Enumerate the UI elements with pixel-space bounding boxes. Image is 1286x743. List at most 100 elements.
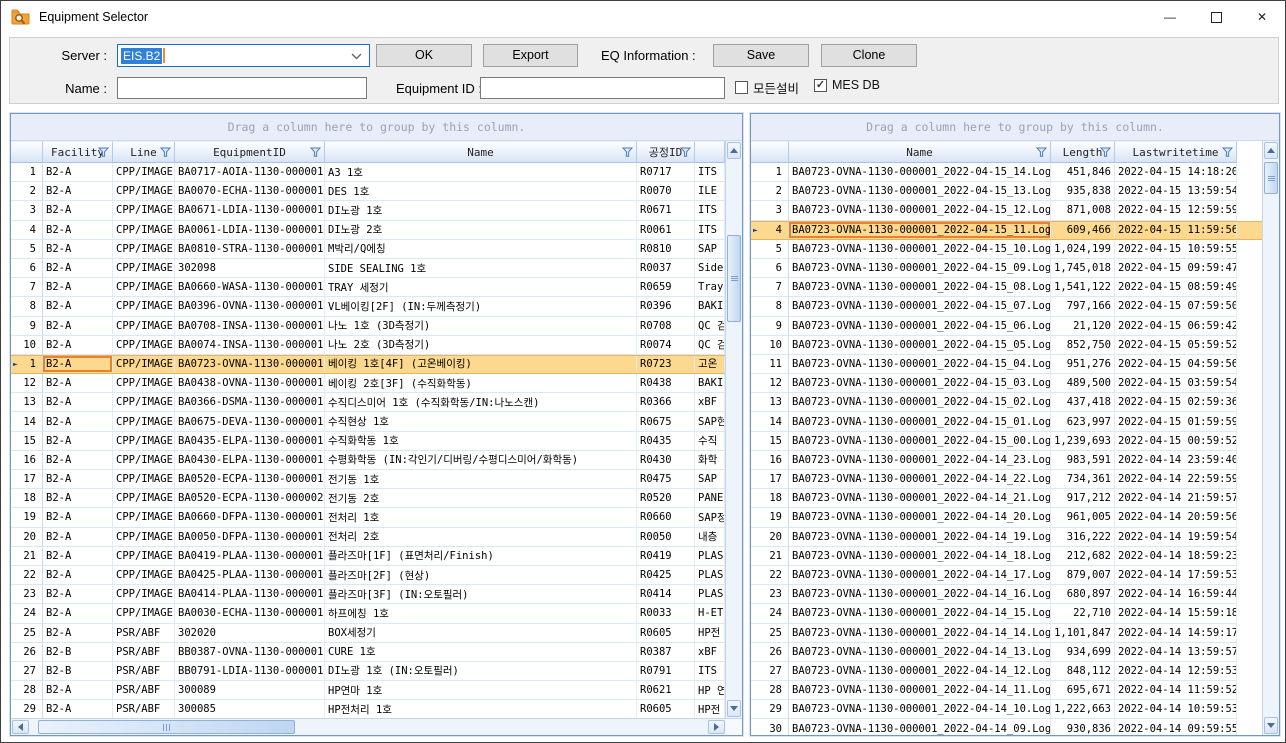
cell-process_id[interactable]: R0366: [637, 393, 695, 412]
table-row[interactable]: 21B2-ACPP/IMAGEBA0419-PLAA-1130-000001플라…: [11, 547, 725, 566]
cell-equipment_id[interactable]: BA0438-OVNA-1130-000001: [175, 374, 325, 393]
cell-name[interactable]: DES 1호: [325, 182, 637, 201]
table-row[interactable]: 15B2-ACPP/IMAGEBA0435-ELPA-1130-000001수직…: [11, 432, 725, 451]
cell-line[interactable]: CPP/IMAGE: [113, 585, 175, 604]
cell-process_id[interactable]: R0520: [637, 489, 695, 508]
table-row[interactable]: 21BA0723-OVNA-1130-000001_2022-04-14_18.…: [751, 547, 1262, 566]
cell-line[interactable]: CPP/IMAGE: [113, 278, 175, 297]
cell-rownum[interactable]: 12: [11, 374, 43, 393]
cell-rownum[interactable]: 26: [751, 643, 789, 662]
cell-lastwritetime[interactable]: 2022-04-14 12:59:53: [1115, 662, 1237, 681]
cell-lastwritetime[interactable]: 2022-04-15 04:59:56: [1115, 355, 1237, 374]
cell-extra[interactable]: PLAS: [695, 547, 725, 566]
cell-line[interactable]: CPP/IMAGE: [113, 547, 175, 566]
cell-line[interactable]: PSR/ABF: [113, 662, 175, 681]
cell-facility[interactable]: B2-A: [43, 566, 113, 585]
cell-equipment_id[interactable]: BA0520-ECPA-1130-000001: [175, 470, 325, 489]
cell-length[interactable]: 695,671: [1051, 681, 1115, 700]
column-header-name[interactable]: Name: [325, 141, 637, 163]
table-row[interactable]: 27B2-BPSR/ABFBB0791-LDIA-1130-000001DI노광…: [11, 662, 725, 681]
cell-facility[interactable]: B2-A: [43, 297, 113, 316]
cell-extra[interactable]: BAKI: [695, 297, 725, 316]
cell-equipment_id[interactable]: BA0070-ECHA-1130-000001: [175, 182, 325, 201]
cell-process_id[interactable]: R0708: [637, 317, 695, 336]
table-row[interactable]: 16B2-ACPP/IMAGEBA0430-ELPA-1130-000001수평…: [11, 451, 725, 470]
cell-process_id[interactable]: R0723: [637, 356, 695, 373]
cell-facility[interactable]: B2-A: [43, 182, 113, 201]
cell-lastwritetime[interactable]: 2022-04-15 01:59:59: [1115, 412, 1237, 431]
close-button[interactable]: ✕: [1239, 1, 1285, 33]
cell-lastwritetime[interactable]: 2022-04-14 15:59:18: [1115, 604, 1237, 623]
cell-facility[interactable]: B2-A: [43, 681, 113, 700]
table-row[interactable]: 2BA0723-OVNA-1130-000001_2022-04-15_13.L…: [751, 182, 1262, 201]
cell-rownum[interactable]: 9: [11, 317, 43, 336]
table-row[interactable]: 14BA0723-OVNA-1130-000001_2022-04-15_01.…: [751, 412, 1262, 431]
table-row[interactable]: 10B2-ACPP/IMAGEBA0074-INSA-1130-000001나노…: [11, 336, 725, 355]
table-row[interactable]: 3BA0723-OVNA-1130-000001_2022-04-15_12.L…: [751, 201, 1262, 220]
cell-length[interactable]: 934,699: [1051, 643, 1115, 662]
table-row[interactable]: 23BA0723-OVNA-1130-000001_2022-04-14_16.…: [751, 585, 1262, 604]
cell-lastwritetime[interactable]: 2022-04-14 19:59:54: [1115, 528, 1237, 547]
scroll-left-button[interactable]: [12, 720, 29, 734]
cell-extra[interactable]: PANE: [695, 489, 725, 508]
cell-name[interactable]: DI노광 2호: [325, 221, 637, 240]
cell-line[interactable]: CPP/IMAGE: [113, 528, 175, 547]
cell-lastwritetime[interactable]: 2022-04-14 20:59:56: [1115, 508, 1237, 527]
cell-extra[interactable]: PLAS: [695, 566, 725, 585]
table-row[interactable]: 2B2-ACPP/IMAGEBA0070-ECHA-1130-000001DES…: [11, 182, 725, 201]
cell-rownum[interactable]: 29: [11, 700, 43, 718]
cell-line[interactable]: CPP/IMAGE: [113, 201, 175, 220]
cell-name[interactable]: CURE 1호: [325, 643, 637, 662]
cell-name[interactable]: 하프에칭 1호: [325, 604, 637, 623]
save-button[interactable]: Save: [713, 44, 809, 67]
cell-lastwritetime[interactable]: 2022-04-15 11:59:56: [1115, 222, 1237, 239]
cell-equipment_id[interactable]: BA0061-LDIA-1130-000001: [175, 221, 325, 240]
cell-rownum[interactable]: 18: [751, 489, 789, 508]
cell-length[interactable]: 1,024,199: [1051, 240, 1115, 259]
cell-extra[interactable]: HP전: [695, 624, 725, 643]
cell-name[interactable]: BA0723-OVNA-1130-000001_2022-04-15_08.Lo…: [789, 278, 1051, 297]
filter-funnel-icon[interactable]: [622, 147, 633, 161]
table-row[interactable]: 6BA0723-OVNA-1130-000001_2022-04-15_09.L…: [751, 259, 1262, 278]
cell-name[interactable]: BA0723-OVNA-1130-000001_2022-04-15_14.Lo…: [789, 163, 1051, 182]
cell-rownum[interactable]: 18: [11, 489, 43, 508]
group-by-band[interactable]: Drag a column here to group by this colu…: [751, 114, 1279, 141]
cell-extra[interactable]: SAP: [695, 240, 725, 259]
cell-name[interactable]: BA0723-OVNA-1130-000001_2022-04-15_06.Lo…: [789, 317, 1051, 336]
cell-name[interactable]: BA0723-OVNA-1130-000001_2022-04-14_14.Lo…: [789, 624, 1051, 643]
cell-extra[interactable]: SAP: [695, 470, 725, 489]
cell-rownum[interactable]: 22: [751, 566, 789, 585]
cell-length[interactable]: 609,466: [1051, 222, 1115, 239]
table-row[interactable]: 12B2-ACPP/IMAGEBA0438-OVNA-1130-000001베이…: [11, 374, 725, 393]
cell-equipment_id[interactable]: BA0366-DSMA-1130-000001: [175, 393, 325, 412]
cell-equipment_id[interactable]: 300085: [175, 700, 325, 718]
cell-extra[interactable]: 화학: [695, 451, 725, 470]
cell-length[interactable]: 1,745,018: [1051, 259, 1115, 278]
cell-lastwritetime[interactable]: 2022-04-15 13:59:54: [1115, 182, 1237, 201]
cell-line[interactable]: CPP/IMAGE: [113, 374, 175, 393]
table-row[interactable]: 4B2-ACPP/IMAGEBA0061-LDIA-1130-000001DI노…: [11, 221, 725, 240]
filter-funnel-icon[interactable]: [160, 147, 171, 161]
table-row[interactable]: 27BA0723-OVNA-1130-000001_2022-04-14_12.…: [751, 662, 1262, 681]
cell-rownum[interactable]: 14: [751, 412, 789, 431]
scroll-down-button[interactable]: [1264, 717, 1278, 734]
table-row[interactable]: 16BA0723-OVNA-1130-000001_2022-04-14_23.…: [751, 451, 1262, 470]
cell-equipment_id[interactable]: BA0050-DFPA-1130-000001: [175, 528, 325, 547]
cell-rownum[interactable]: 1: [11, 163, 43, 182]
cell-process_id[interactable]: R0425: [637, 566, 695, 585]
cell-line[interactable]: CPP/IMAGE: [113, 412, 175, 431]
cell-extra[interactable]: 고온: [695, 356, 725, 373]
cell-extra[interactable]: Side: [695, 259, 725, 278]
cell-facility[interactable]: B2-A: [43, 470, 113, 489]
group-by-band[interactable]: Drag a column here to group by this colu…: [11, 114, 742, 141]
cell-equipment_id[interactable]: BA0717-AOIA-1130-000001: [175, 163, 325, 182]
export-button[interactable]: Export: [483, 44, 578, 67]
cell-rownum[interactable]: ►1: [11, 356, 43, 373]
cell-name[interactable]: BA0723-OVNA-1130-000001_2022-04-15_03.Lo…: [789, 374, 1051, 393]
table-row[interactable]: 11BA0723-OVNA-1130-000001_2022-04-15_04.…: [751, 355, 1262, 374]
cell-extra[interactable]: HP 연: [695, 681, 725, 700]
table-row[interactable]: 8BA0723-OVNA-1130-000001_2022-04-15_07.L…: [751, 297, 1262, 316]
cell-lastwritetime[interactable]: 2022-04-14 14:59:17: [1115, 624, 1237, 643]
cell-rownum[interactable]: 5: [11, 240, 43, 259]
table-row[interactable]: ►1B2-ACPP/IMAGEBA0723-OVNA-1130-000001베이…: [11, 355, 725, 374]
